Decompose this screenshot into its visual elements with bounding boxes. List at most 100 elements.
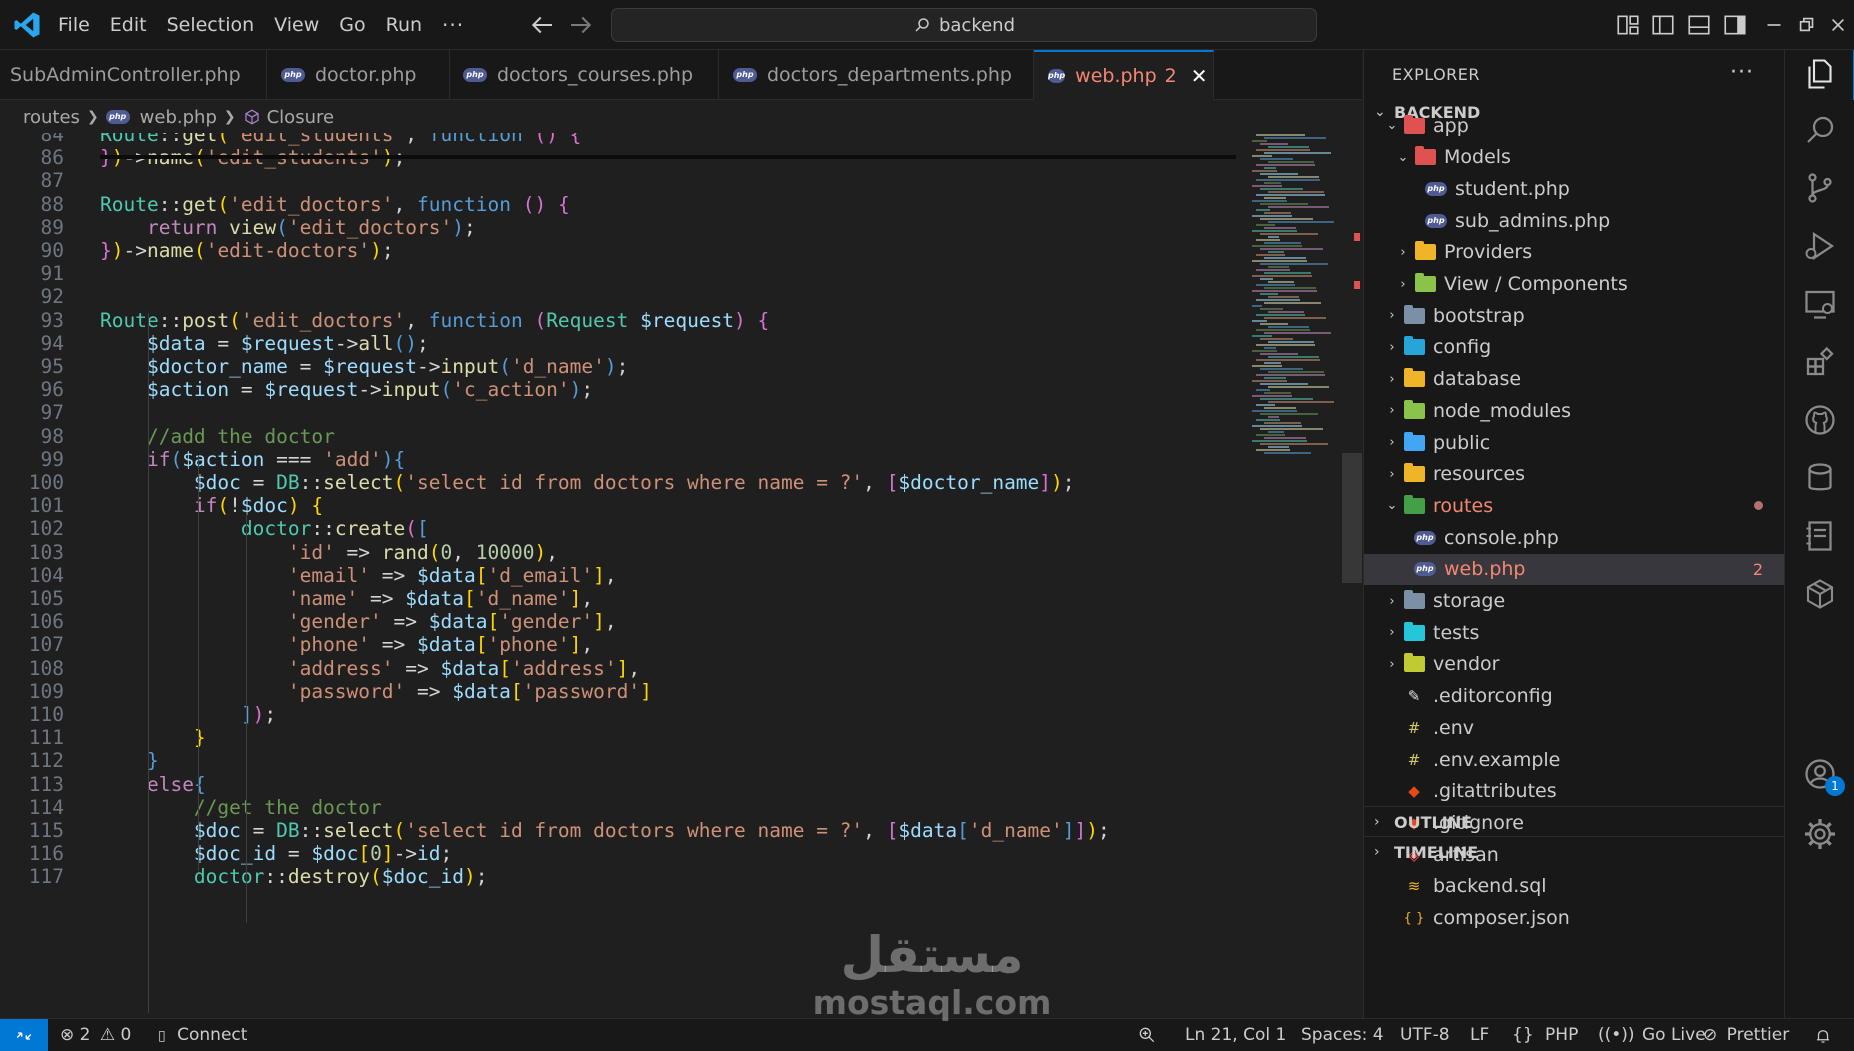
database-icon[interactable] — [1802, 460, 1838, 496]
tree-item[interactable]: php student.php — [1364, 173, 1785, 204]
breadcrumb-symbol[interactable]: Closure — [267, 107, 334, 128]
tree-item[interactable]: › storage — [1364, 586, 1785, 617]
folder-models-icon — [1414, 146, 1436, 167]
chevron-right-icon: ❯ — [86, 109, 99, 125]
tab-doctor[interactable]: php doctor.php — [267, 50, 450, 100]
tree-item[interactable]: › node_modules — [1364, 395, 1785, 426]
tree-item[interactable]: ◆ .gitattributes — [1364, 776, 1785, 807]
problems-indicator[interactable]: ⊗ 2 ⚠ 0 — [60, 1019, 131, 1051]
explorer-files-icon[interactable] — [1802, 56, 1838, 92]
tree-item[interactable]: # .env — [1364, 712, 1785, 743]
breadcrumb-file[interactable]: web.php — [140, 107, 217, 128]
settings-gear-icon[interactable] — [1802, 816, 1838, 852]
tree-item[interactable]: php console.php — [1364, 522, 1785, 553]
tab-doctors-departments[interactable]: php doctors_departments.php — [719, 50, 1034, 100]
tree-item[interactable]: › tests — [1364, 617, 1785, 648]
github-icon[interactable] — [1802, 402, 1838, 438]
toggle-primary-sidebar-icon[interactable] — [1650, 12, 1676, 38]
notebook-icon[interactable] — [1802, 518, 1838, 554]
go-live-button[interactable]: ((•)) Go Live — [1598, 1019, 1706, 1051]
minimap[interactable] — [1240, 133, 1360, 1017]
close-tab-icon[interactable]: ✕ — [1191, 64, 1208, 88]
menu-view[interactable]: View — [266, 0, 327, 50]
minimap-line — [1268, 416, 1279, 418]
menu-more-button[interactable]: ··· — [434, 0, 472, 50]
tree-item[interactable]: › Providers — [1364, 237, 1785, 268]
tree-item[interactable]: › public — [1364, 427, 1785, 458]
minimap-line — [1252, 305, 1262, 307]
toggle-secondary-sidebar-icon[interactable] — [1722, 12, 1748, 38]
tab-doctors-courses[interactable]: php doctors_courses.php — [450, 50, 719, 100]
close-window-icon[interactable] — [1825, 12, 1851, 38]
tree-item-label: composer.json — [1433, 907, 1570, 929]
tree-item[interactable]: # .env.example — [1364, 744, 1785, 775]
minimap-line — [1268, 326, 1309, 328]
remote-indicator[interactable] — [0, 1019, 48, 1051]
language-mode[interactable]: {} PHP — [1512, 1019, 1578, 1051]
git-icon: ◆ — [1408, 782, 1420, 801]
minimap-line — [1268, 206, 1329, 208]
tree-item[interactable]: › resources — [1364, 459, 1785, 490]
tree-item[interactable]: › View / Components — [1364, 269, 1785, 300]
container-icon[interactable] — [1802, 576, 1838, 612]
minimap-line — [1264, 272, 1311, 274]
tree-item[interactable]: ⌄ routes — [1364, 490, 1785, 521]
outline-section-header[interactable]: › OUTLINE — [1364, 807, 1785, 837]
explorer-more-button[interactable]: ··· — [1730, 50, 1754, 96]
editor-scrollbar[interactable] — [1342, 453, 1362, 583]
tree-item[interactable]: › vendor — [1364, 649, 1785, 680]
toggle-panel-icon[interactable] — [1686, 12, 1712, 38]
code-editor[interactable]: 84 Route::get('edit_students', function (… — [0, 133, 1362, 1017]
tree-item[interactable]: ≋ backend.sql — [1364, 871, 1785, 902]
tab-subadmincontroller[interactable]: SubAdminController.php — [0, 50, 267, 100]
zoom-icon[interactable] — [1137, 1019, 1157, 1051]
tree-item[interactable]: › bootstrap — [1364, 300, 1785, 331]
menu-edit[interactable]: Edit — [102, 0, 155, 50]
env-icon: # — [1407, 750, 1421, 769]
database-file-icon: ≋ — [1407, 877, 1421, 896]
watermark-arabic: مستقل — [840, 926, 1024, 984]
tree-item[interactable]: ✎ .editorconfig — [1364, 681, 1785, 712]
folder-node-icon — [1403, 399, 1425, 421]
tree-item[interactable]: ⌄ app — [1364, 110, 1785, 141]
end-of-line[interactable]: LF — [1470, 1019, 1489, 1051]
minimap-line — [1268, 341, 1314, 343]
run-and-debug-icon[interactable] — [1802, 228, 1838, 264]
database-connect-icon: ▯ — [158, 1028, 166, 1044]
forward-arrow-icon[interactable] — [566, 10, 596, 40]
tree-item[interactable]: › config — [1364, 332, 1785, 363]
menu-run[interactable]: Run — [378, 0, 430, 50]
indentation[interactable]: Spaces: 4 — [1301, 1019, 1384, 1051]
tab-web-php[interactable]: php web.php 2 ✕ — [1034, 50, 1214, 100]
cursor-position[interactable]: Ln 21, Col 1 — [1185, 1019, 1286, 1051]
tree-item[interactable]: php sub_admins.php — [1364, 205, 1785, 236]
problem-dot — [1754, 501, 1763, 511]
tree-item[interactable]: php web.php 2 — [1364, 553, 1785, 585]
source-control-icon[interactable] — [1802, 170, 1838, 206]
tree-item-label: storage — [1433, 590, 1506, 612]
menu-go[interactable]: Go — [331, 0, 373, 50]
prettier-button[interactable]: ⊘ Prettier — [1703, 1019, 1789, 1051]
minimap-line — [1256, 404, 1275, 406]
tree-item[interactable]: { } composer.json — [1364, 903, 1785, 934]
timeline-section-header[interactable]: › TIMELINE — [1364, 837, 1785, 867]
tree-item[interactable]: › database — [1364, 364, 1785, 395]
remote-explorer-icon[interactable] — [1802, 286, 1838, 322]
tree-item[interactable]: ⌄ Models — [1364, 142, 1785, 173]
activity-bar: 1 — [1784, 50, 1854, 1018]
restore-icon[interactable] — [1793, 12, 1819, 38]
back-arrow-icon[interactable] — [527, 10, 557, 40]
notifications-bell-icon[interactable] — [1814, 1019, 1832, 1051]
connect-item[interactable]: ▯ Connect — [158, 1019, 247, 1051]
extensions-icon[interactable] — [1802, 344, 1838, 380]
customize-layout-icon[interactable] — [1615, 12, 1641, 38]
code-line[interactable]: 117 doctor::destroy($doc_id); — [0, 863, 1240, 890]
language-label: PHP — [1545, 1025, 1579, 1045]
menu-file[interactable]: File — [50, 0, 98, 50]
breadcrumb-folder[interactable]: routes — [23, 107, 80, 128]
encoding[interactable]: UTF-8 — [1400, 1019, 1450, 1051]
minimize-icon[interactable] — [1761, 12, 1787, 38]
menu-selection[interactable]: Selection — [159, 0, 263, 50]
search-icon[interactable] — [1802, 112, 1838, 148]
command-center-search[interactable]: backend — [611, 8, 1317, 42]
